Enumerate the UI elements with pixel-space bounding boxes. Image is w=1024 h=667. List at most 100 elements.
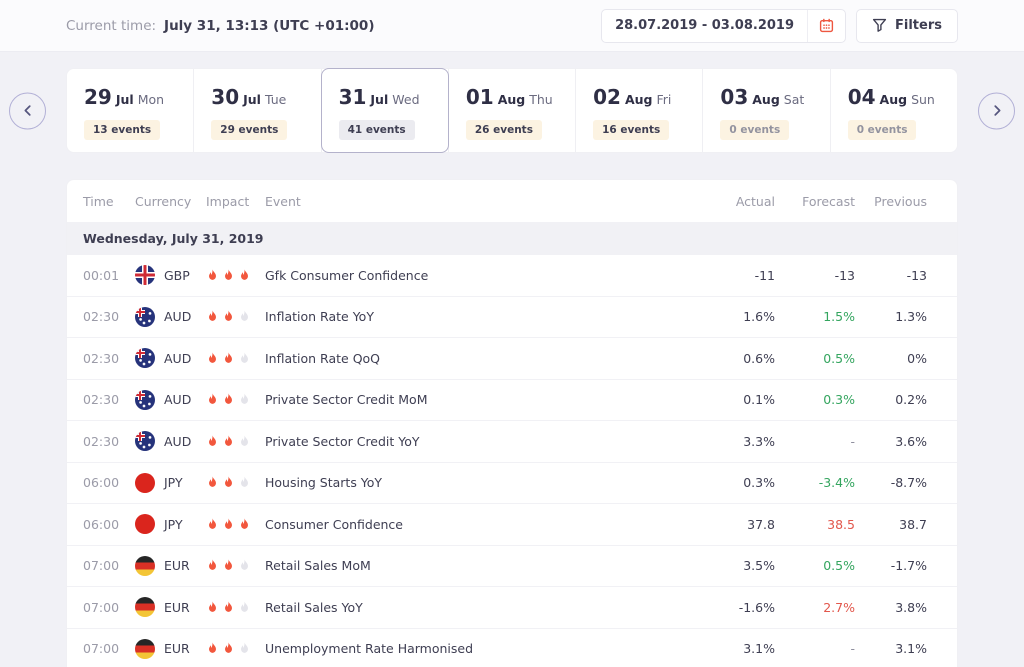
date-range-picker[interactable]: 28.07.2019 - 03.08.2019 [601, 9, 846, 43]
event-name: Consumer Confidence [265, 517, 695, 532]
day-tab-title: 29 Jul Mon [84, 85, 193, 109]
events-count-badge: 26 events [466, 120, 542, 140]
currency-code: JPY [164, 517, 183, 532]
event-time: 02:30 [83, 351, 135, 366]
flame-icon [238, 601, 251, 614]
impact-flames [206, 476, 265, 489]
day-tab[interactable]: 03AugSat 0 events [703, 69, 830, 152]
flame-icon [222, 435, 235, 448]
previous-value: -8.7% [855, 475, 927, 490]
impact-flames [206, 393, 265, 406]
table-row[interactable]: 02:30 AUD Private Sector Credit MoM 0.1%… [67, 380, 957, 422]
actual-value: -1.6% [695, 600, 775, 615]
flame-icon [206, 476, 219, 489]
previous-value: 0% [855, 351, 927, 366]
header-impact: Impact [206, 194, 265, 209]
previous-value: 0.2% [855, 392, 927, 407]
day-month: Jul [243, 92, 261, 107]
currency-cell: GBP [135, 265, 206, 285]
events-table: Time Currency Impact Event Actual Foreca… [66, 179, 958, 667]
flame-icon [222, 559, 235, 572]
flame-icon [238, 559, 251, 572]
currency-cell: JPY [135, 473, 206, 493]
day-tab[interactable]: 04AugSun 0 events [831, 69, 957, 152]
currency-cell: AUD [135, 431, 206, 451]
flame-icon [238, 352, 251, 365]
currency-flag-icon [135, 307, 155, 327]
event-name: Unemployment Rate Harmonised [265, 641, 695, 656]
day-number: 29 [84, 85, 112, 109]
header-time: Time [83, 194, 135, 209]
day-tabs-area: 29JulMon 13 events 30JulTue 29 events 31… [66, 68, 958, 153]
table-row[interactable]: 02:30 AUD Inflation Rate QoQ 0.6% 0.5% 0… [67, 338, 957, 380]
previous-value: 3.8% [855, 600, 927, 615]
impact-flames [206, 310, 265, 323]
currency-cell: AUD [135, 348, 206, 368]
day-weekday: Fri [657, 92, 672, 107]
table-row[interactable]: 02:30 AUD Inflation Rate YoY 1.6% 1.5% 1… [67, 297, 957, 339]
event-time: 02:30 [83, 434, 135, 449]
forecast-value: 1.5% [775, 309, 855, 324]
impact-flames [206, 559, 265, 572]
prev-week-button[interactable] [9, 92, 46, 129]
day-month: Jul [370, 92, 388, 107]
impact-flames [206, 269, 265, 282]
day-number: 30 [211, 85, 239, 109]
calendar-icon[interactable] [807, 10, 845, 42]
day-number: 04 [848, 85, 876, 109]
currency-flag-icon [135, 265, 155, 285]
table-row[interactable]: 06:00 JPY Consumer Confidence 37.8 38.5 … [67, 504, 957, 546]
table-row[interactable]: 00:01 GBP Gfk Consumer Confidence -11 -1… [67, 255, 957, 297]
day-weekday: Mon [138, 92, 164, 107]
table-row[interactable]: 06:00 JPY Housing Starts YoY 0.3% -3.4% … [67, 463, 957, 505]
currency-code: AUD [164, 309, 191, 324]
event-name: Private Sector Credit YoY [265, 434, 695, 449]
flame-icon [206, 642, 219, 655]
actual-value: 3.5% [695, 558, 775, 573]
day-weekday: Tue [265, 92, 286, 107]
flame-icon [206, 601, 219, 614]
forecast-value: -3.4% [775, 475, 855, 490]
actual-value: 0.3% [695, 475, 775, 490]
day-number: 03 [720, 85, 748, 109]
currency-code: AUD [164, 392, 191, 407]
date-group-row: Wednesday, July 31, 2019 [67, 222, 957, 255]
day-tab[interactable]: 29JulMon 13 events [67, 69, 194, 152]
forecast-value: 0.3% [775, 392, 855, 407]
day-month: Aug [498, 92, 526, 107]
currency-code: EUR [164, 558, 190, 573]
events-count-badge: 29 events [211, 120, 287, 140]
table-header-row: Time Currency Impact Event Actual Foreca… [67, 180, 957, 222]
next-week-button[interactable] [978, 92, 1015, 129]
day-tab[interactable]: 31JulWed 41 events [322, 69, 449, 152]
table-row[interactable]: 02:30 AUD Private Sector Credit YoY 3.3%… [67, 421, 957, 463]
table-row[interactable]: 07:00 EUR Unemployment Rate Harmonised 3… [67, 629, 957, 667]
day-month: Aug [752, 92, 780, 107]
table-row[interactable]: 07:00 EUR Retail Sales YoY -1.6% 2.7% 3.… [67, 587, 957, 629]
day-tab[interactable]: 02AugFri 16 events [576, 69, 703, 152]
events-count-badge: 41 events [339, 120, 415, 140]
day-tabs: 29JulMon 13 events 30JulTue 29 events 31… [66, 68, 958, 153]
flame-icon [238, 476, 251, 489]
event-time: 06:00 [83, 517, 135, 532]
day-tab[interactable]: 01AugThu 26 events [449, 69, 576, 152]
day-number: 31 [339, 85, 367, 109]
previous-value: 3.6% [855, 434, 927, 449]
chevron-right-icon [990, 104, 1004, 118]
event-name: Inflation Rate QoQ [265, 351, 695, 366]
flame-icon [238, 310, 251, 323]
event-name: Housing Starts YoY [265, 475, 695, 490]
flame-icon [222, 352, 235, 365]
impact-flames [206, 435, 265, 448]
flame-icon [222, 393, 235, 406]
day-tab-title: 04AugSun [848, 85, 957, 109]
day-tab[interactable]: 30 Jul Tue 29 events [194, 69, 321, 152]
currency-flag-icon [135, 514, 155, 534]
chevron-left-icon [21, 104, 35, 118]
group-date-label: Wednesday, July 31, 2019 [83, 231, 263, 246]
filters-button[interactable]: Filters [856, 9, 958, 43]
table-row[interactable]: 07:00 EUR Retail Sales MoM 3.5% 0.5% -1.… [67, 546, 957, 588]
flame-icon [238, 642, 251, 655]
day-month: Jul [116, 92, 134, 107]
day-tab-title: 30 Jul Tue [211, 85, 320, 109]
